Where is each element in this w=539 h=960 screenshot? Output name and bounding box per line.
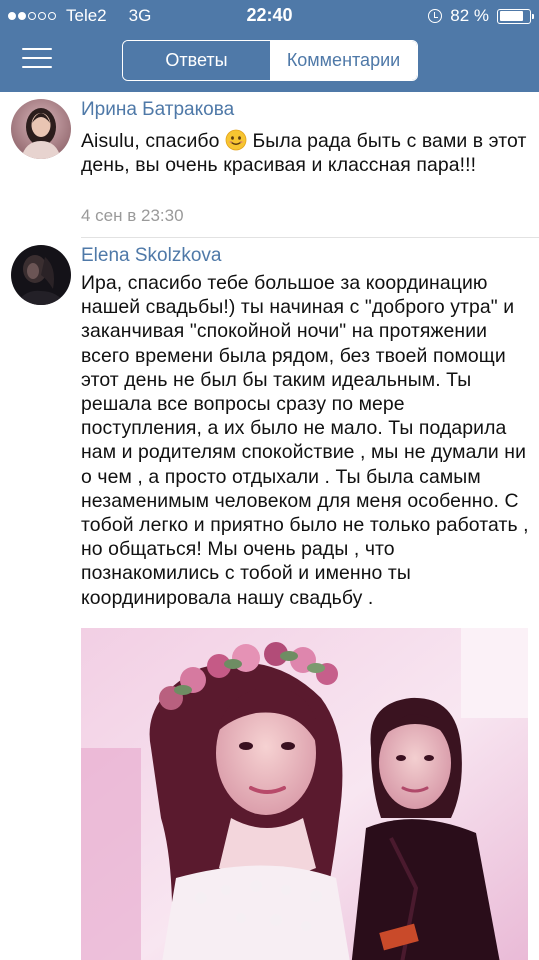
smiling-face-emoji-icon	[225, 129, 247, 151]
comment-date[interactable]: 4 сен в 23:30	[81, 206, 184, 226]
hamburger-menu-icon[interactable]	[22, 48, 52, 70]
alarm-icon	[428, 9, 443, 23]
comment-author[interactable]: Ирина Батракова	[81, 99, 234, 121]
comment-author[interactable]: Elena Skolzkova	[81, 245, 221, 267]
tabs-segmented-control: Ответы Комментарии	[122, 40, 418, 81]
status-bar: Tele2 3G 22:40 82 %	[0, 0, 539, 30]
comment-text-part: Aisulu, спасибо	[81, 130, 225, 152]
attached-photo[interactable]	[81, 628, 528, 960]
tab-replies[interactable]: Ответы	[123, 41, 270, 80]
tab-comments[interactable]: Комментарии	[270, 41, 417, 80]
comment-text: Ира, спасибо тебе большое за координацию…	[81, 272, 529, 609]
avatar[interactable]	[11, 245, 71, 305]
avatar[interactable]	[11, 99, 71, 159]
comment-text: Aisulu, спасибо Была рада быть с вами в …	[81, 129, 529, 177]
divider	[81, 237, 539, 238]
app-header: Tele2 3G 22:40 82 % Ответы Комментарии	[0, 0, 539, 92]
battery-percent: 82 %	[450, 6, 489, 25]
battery-fill	[499, 11, 524, 21]
battery-icon	[497, 8, 534, 24]
comments-feed[interactable]: Ирина Батракова Aisulu, спасибо Была рад…	[0, 92, 539, 960]
